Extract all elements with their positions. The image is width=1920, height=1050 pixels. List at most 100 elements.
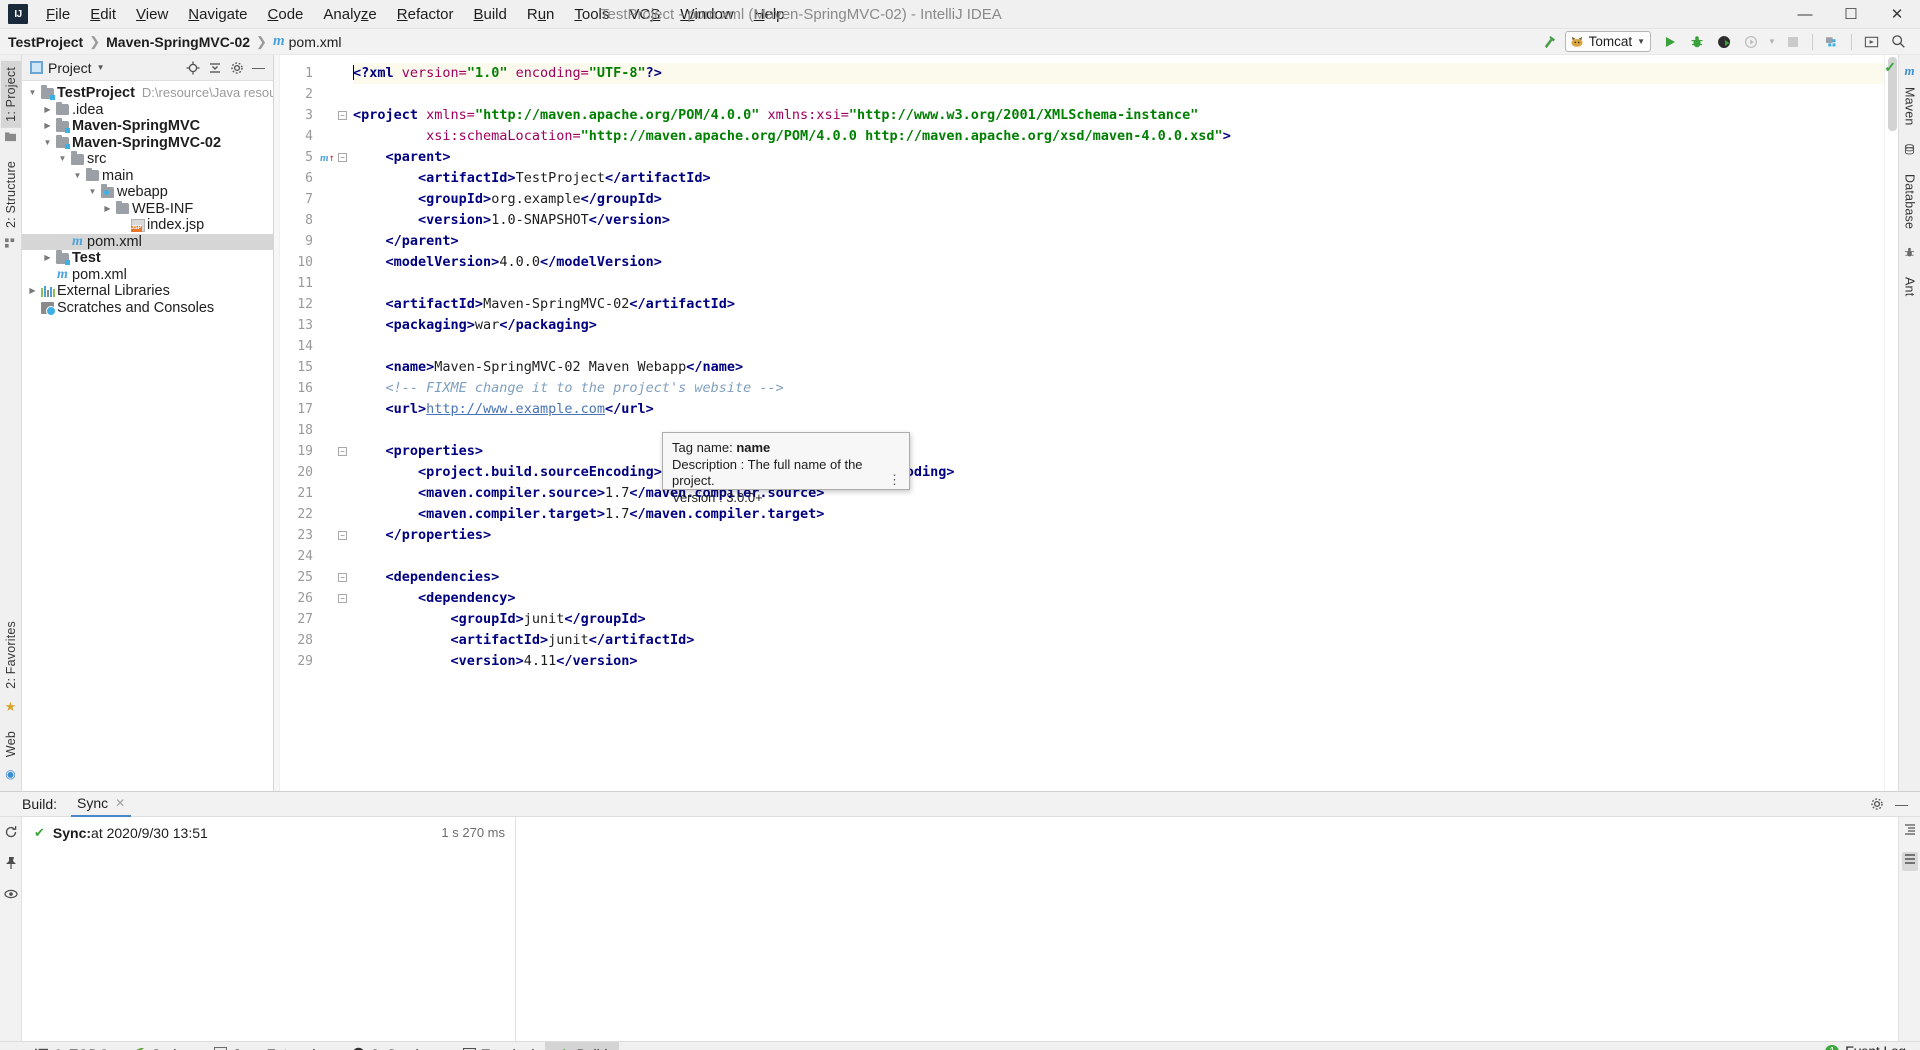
sidebar-item-ant[interactable]: Ant	[1900, 271, 1920, 302]
debug-button[interactable]	[1685, 31, 1709, 53]
code-editor[interactable]: 1234567891011121314151617181920212223242…	[274, 55, 1898, 791]
tree-item-pom-xml[interactable]: ▶mpom.xml	[22, 234, 273, 251]
chevron-right-icon[interactable]: ▶	[41, 118, 54, 135]
code-folding-gutter[interactable]: − − − − − −	[336, 55, 349, 791]
chevron-down-icon[interactable]: ▼	[26, 85, 39, 102]
search-icon[interactable]	[1886, 31, 1910, 53]
tree-item-src[interactable]: ▼src	[22, 151, 273, 168]
toolwindow-button-services[interactable]: 8: Services	[341, 1042, 451, 1050]
tree-item-index-jsp[interactable]: ▶index.jsp	[22, 217, 273, 234]
gutter-icons[interactable]: m↑	[320, 55, 336, 791]
breadcrumb-project[interactable]: TestProject	[8, 34, 83, 50]
code-line[interactable]: <artifactId>junit</artifactId>	[353, 630, 1884, 651]
code-line[interactable]: <dependency>	[353, 588, 1884, 609]
menu-code[interactable]: Code	[258, 2, 314, 27]
code-line[interactable]: </parent>	[353, 231, 1884, 252]
menu-analyze[interactable]: Analyze	[313, 2, 386, 27]
code-line[interactable]: <dependencies>	[353, 567, 1884, 588]
chevron-right-icon[interactable]: ▶	[101, 201, 114, 218]
chevron-right-icon[interactable]: ▶	[41, 250, 54, 267]
chevron-down-icon[interactable]: ▼	[41, 135, 54, 152]
sidebar-item-database[interactable]: Database	[1900, 168, 1920, 235]
menu-run[interactable]: Run	[517, 2, 565, 27]
tree-item-maven-springmvc[interactable]: ▶Maven-SpringMVC	[22, 118, 273, 135]
close-button[interactable]: ✕	[1874, 0, 1920, 29]
maximize-button[interactable]: ☐	[1828, 0, 1874, 29]
menu-file[interactable]: File	[36, 2, 80, 27]
build-results-tree[interactable]: ✔ Sync: at 2020/9/30 13:51 1 s 270 ms	[22, 817, 516, 1041]
code-line[interactable]: <groupId>org.example</groupId>	[353, 189, 1884, 210]
documentation-tooltip[interactable]: Tag name: name Description : The full na…	[662, 432, 910, 490]
fold-marker[interactable]: −	[338, 573, 347, 582]
chevron-down-icon[interactable]: ▼	[1766, 31, 1778, 53]
code-line[interactable]: <maven.compiler.source>1.7</maven.compil…	[353, 483, 1884, 504]
code-line[interactable]	[353, 336, 1884, 357]
toolwindow-button-spring[interactable]: Spring	[121, 1042, 203, 1050]
code-line[interactable]: xsi:schemaLocation="http://maven.apache.…	[353, 126, 1884, 147]
run-button[interactable]	[1658, 31, 1682, 53]
chevron-down-icon[interactable]: ▼	[71, 168, 84, 185]
tree-item-external-libraries[interactable]: ▶External Libraries	[22, 283, 273, 300]
code-line[interactable]: <project.build.sourceEncoding>UTF-8</pro…	[353, 462, 1884, 483]
tree-item-web-inf[interactable]: ▶WEB-INF	[22, 201, 273, 218]
stop-button[interactable]	[1781, 31, 1805, 53]
fold-marker[interactable]: −	[338, 531, 347, 540]
project-structure-button[interactable]	[1820, 31, 1844, 53]
rerun-icon[interactable]	[4, 825, 18, 842]
pin-icon[interactable]	[4, 856, 18, 873]
maven-reimport-icon[interactable]: m↑	[320, 147, 336, 168]
run-configuration-selector[interactable]: Tomcat ▼	[1565, 31, 1651, 52]
chevron-right-icon[interactable]: ▶	[41, 102, 54, 119]
code-line[interactable]: <version>1.0-SNAPSHOT</version>	[353, 210, 1884, 231]
fold-marker[interactable]: −	[338, 153, 347, 162]
sidebar-item-maven[interactable]: Maven	[1900, 81, 1920, 132]
fold-marker[interactable]: −	[338, 111, 347, 120]
sidebar-item-project[interactable]: 1: Project	[1, 61, 21, 128]
tree-item-idea[interactable]: ▶.idea	[22, 102, 273, 119]
eye-icon[interactable]	[4, 887, 18, 904]
updates-icon[interactable]	[1859, 31, 1883, 53]
code-line[interactable]: <?xml version="1.0" encoding="UTF-8"?>	[353, 63, 1884, 84]
minimize-button[interactable]: —	[1782, 0, 1828, 29]
code-line[interactable]: <artifactId>TestProject</artifactId>	[353, 168, 1884, 189]
hide-panel-icon[interactable]: —	[1891, 794, 1912, 815]
project-panel-title[interactable]: Project	[48, 60, 92, 76]
fold-marker[interactable]: −	[338, 447, 347, 456]
tree-item-scratches-and-consoles[interactable]: ▶Scratches and Consoles	[22, 300, 273, 317]
chevron-down-icon[interactable]: ▼	[86, 184, 99, 201]
locate-icon[interactable]	[182, 57, 203, 78]
code-line[interactable]: <groupId>junit</groupId>	[353, 609, 1884, 630]
inspection-status-ok-icon[interactable]: ✓	[1884, 59, 1896, 76]
code-line[interactable]	[353, 84, 1884, 105]
tree-item-webapp[interactable]: ▼webapp	[22, 184, 273, 201]
build-icon[interactable]	[1538, 31, 1562, 53]
toolwindow-button-java-enterprise[interactable]: Java Enterprise	[203, 1042, 341, 1050]
code-line[interactable]	[353, 546, 1884, 567]
tree-item-pom-xml[interactable]: ▶mpom.xml	[22, 267, 273, 284]
code-line[interactable]	[353, 420, 1884, 441]
fold-marker[interactable]: −	[338, 594, 347, 603]
collapse-all-icon[interactable]	[1902, 852, 1918, 871]
event-log-button[interactable]: 1 Event Log	[1825, 1044, 1906, 1050]
code-line[interactable]: </properties>	[353, 525, 1884, 546]
chevron-down-icon[interactable]: ▼	[1637, 37, 1645, 46]
tree-item-test[interactable]: ▶Test	[22, 250, 273, 267]
tree-item-main[interactable]: ▼main	[22, 168, 273, 185]
chevron-right-icon[interactable]: ▶	[26, 283, 39, 300]
code-line[interactable]: <modelVersion>4.0.0</modelVersion>	[353, 252, 1884, 273]
build-detail-pane[interactable]	[516, 817, 1898, 1041]
tree-item-maven-springmvc-02[interactable]: ▼Maven-SpringMVC-02	[22, 135, 273, 152]
editor-scrollbar[interactable]	[1884, 55, 1898, 791]
settings-gear-icon[interactable]	[226, 57, 247, 78]
toolwindow-button-build[interactable]: Build	[545, 1042, 618, 1050]
menu-view[interactable]: View	[126, 2, 178, 27]
code-line[interactable]: <maven.compiler.target>1.7</maven.compil…	[353, 504, 1884, 525]
chevron-down-icon[interactable]: ▼	[97, 63, 105, 72]
code-line[interactable]: <parent>	[353, 147, 1884, 168]
chevron-down-icon[interactable]: ▼	[56, 151, 69, 168]
code-line[interactable]	[353, 273, 1884, 294]
menu-build[interactable]: Build	[463, 2, 516, 27]
code-text[interactable]: <?xml version="1.0" encoding="UTF-8"?> <…	[349, 55, 1884, 791]
tooltip-more-options-icon[interactable]: ⋮	[888, 475, 901, 484]
toolwindow-button-todo[interactable]: 6: TODO	[24, 1042, 121, 1050]
